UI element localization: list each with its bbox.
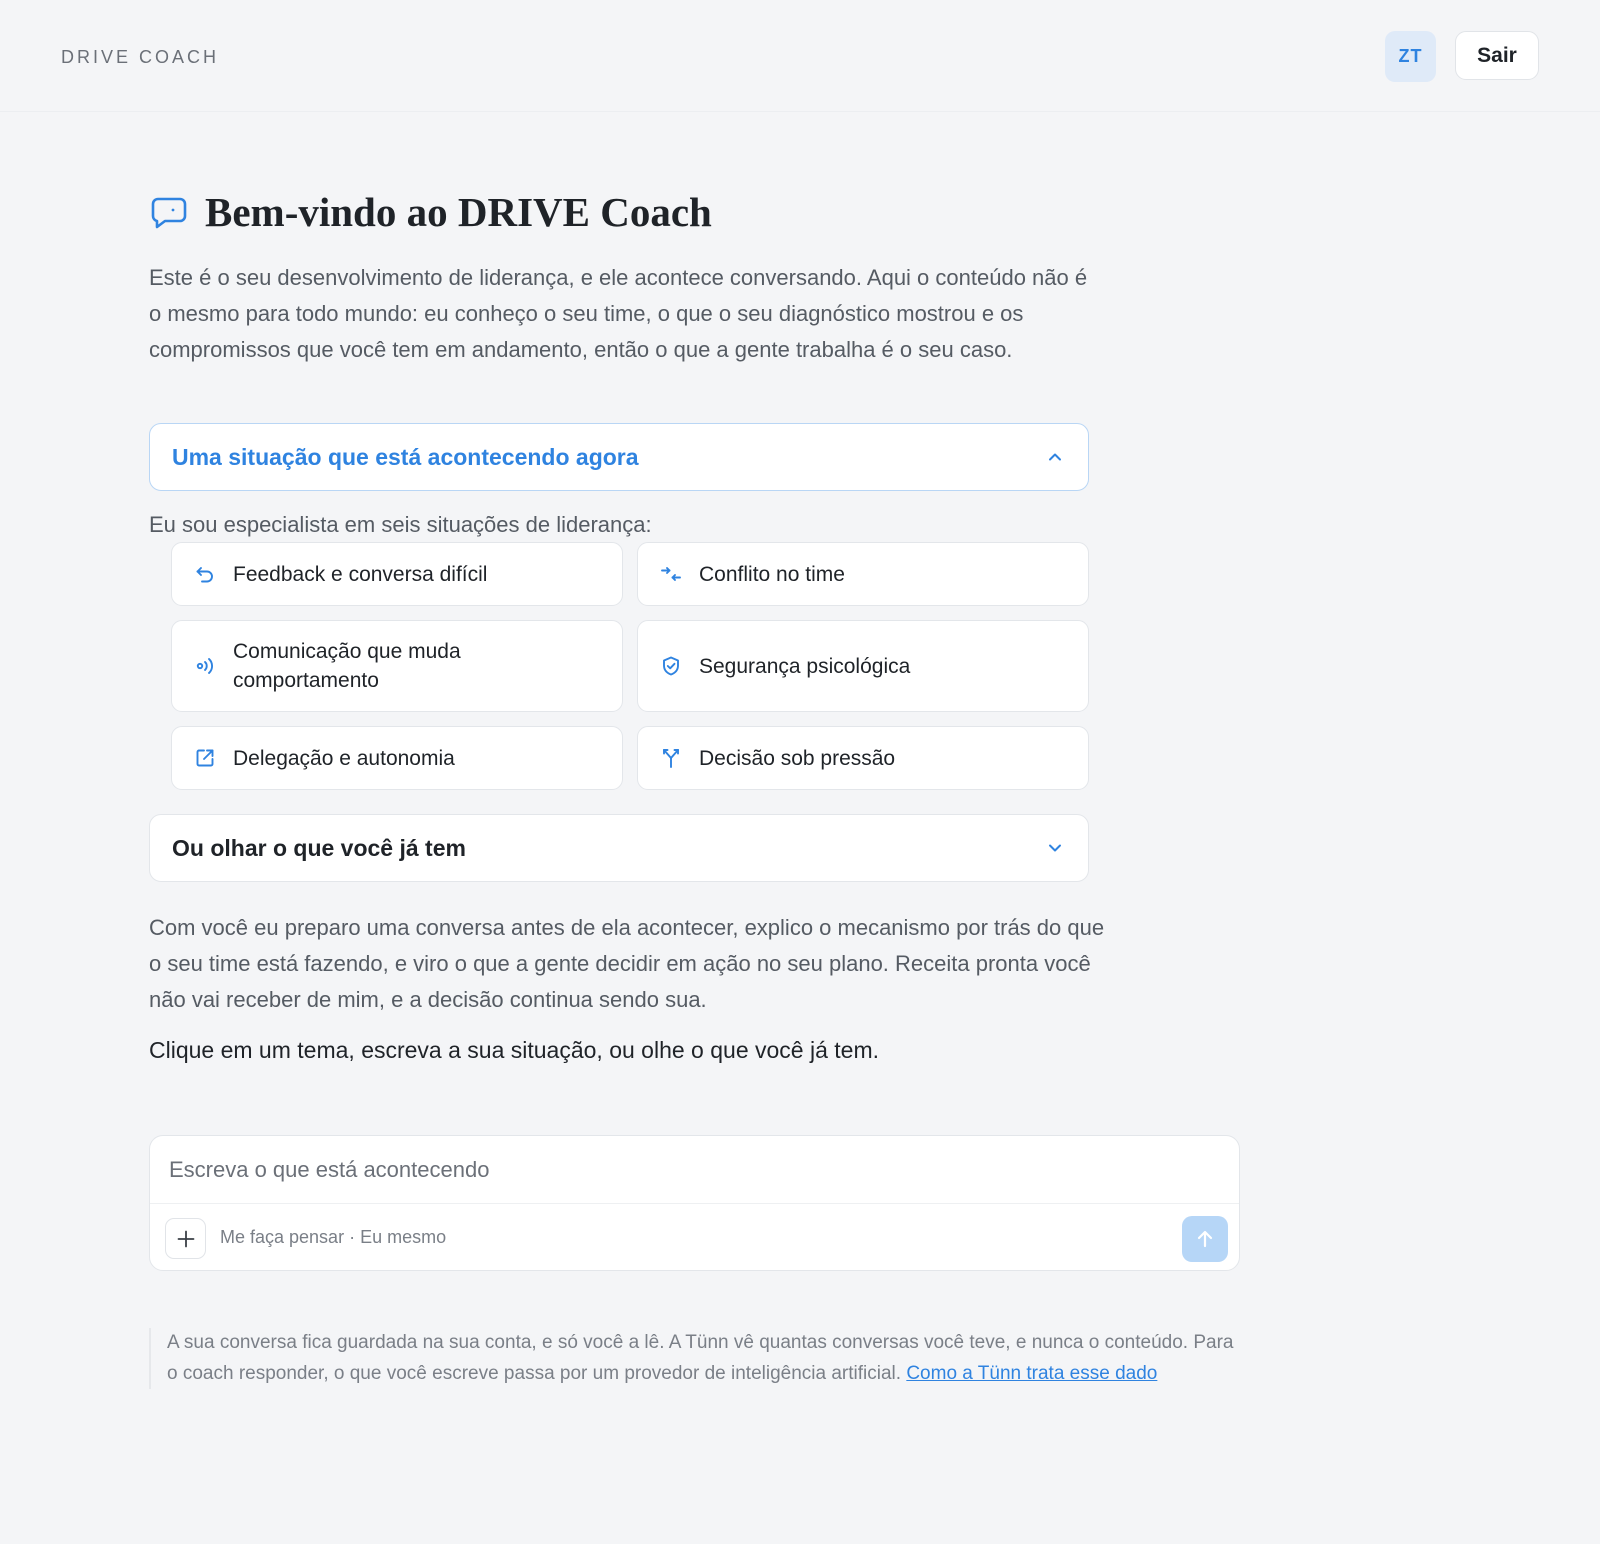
topic-label: Conflito no time: [699, 562, 845, 586]
chevron-up-icon: [1049, 453, 1061, 461]
converge-arrows-icon: [661, 567, 681, 581]
return-arrow-icon: [196, 567, 213, 583]
chat-bubble-icon: [151, 197, 187, 229]
topic-label: Delegação e autonomia: [233, 746, 455, 770]
top-bar: DRIVE COACH ZT Sair: [0, 0, 1600, 112]
topic-delegation[interactable]: Delegação e autonomia: [171, 726, 623, 790]
privacy-note: A sua conversa fica guardada na sua cont…: [149, 1328, 1240, 1389]
logout-button[interactable]: Sair: [1455, 31, 1539, 80]
topic-psychological-safety[interactable]: Segurança psicológica: [637, 620, 1089, 712]
topic-communication[interactable]: Comunicação que muda comportamento: [171, 620, 623, 712]
intro-text: Este é o seu desenvolvimento de lideranç…: [149, 265, 1088, 362]
topic-grid: Feedback e conversa difícil Conflito no …: [171, 542, 1089, 790]
mode-selector[interactable]: Me faça pensar · Eu mesmo: [220, 1227, 446, 1248]
shield-check-icon: [663, 656, 679, 676]
call-to-action: Clique em um tema, escreva a sua situaçã…: [149, 1037, 880, 1063]
topic-label: Comunicação que muda comportamento: [233, 640, 461, 692]
broadcast-icon: [196, 658, 213, 674]
page-header: Bem-vindo ao DRIVE Coach: [149, 188, 712, 236]
topic-decision[interactable]: Decisão sob pressão: [637, 726, 1089, 790]
accordion-situation-now[interactable]: Uma situação que está acontecendo agora: [149, 423, 1089, 491]
topic-label: Decisão sob pressão: [699, 746, 896, 770]
topic-label: Feedback e conversa difícil: [233, 562, 488, 586]
topic-label: Segurança psicológica: [699, 654, 911, 678]
split-branch-icon: [663, 749, 679, 768]
attach-button[interactable]: [165, 1218, 206, 1259]
message-composer: Me faça pensar · Eu mesmo: [149, 1135, 1240, 1271]
coach-description: Com você eu preparo uma conversa antes d…: [149, 915, 1105, 1012]
brand-name: DRIVE COACH: [61, 47, 220, 67]
accordion-label: Uma situação que está acontecendo agora: [172, 443, 639, 470]
accordion-label: Ou olhar o que você já tem: [172, 834, 466, 861]
arrow-up-icon: [1197, 1230, 1213, 1248]
privacy-link[interactable]: Como a Tünn trata esse dado: [906, 1363, 1157, 1384]
accordion-existing[interactable]: Ou olhar o que você já tem: [149, 814, 1089, 882]
avatar[interactable]: ZT: [1385, 31, 1436, 82]
page-title: Bem-vindo ao DRIVE Coach: [205, 189, 712, 235]
specialist-text: Eu sou especialista em seis situações de…: [149, 512, 652, 537]
topic-feedback[interactable]: Feedback e conversa difícil: [171, 542, 623, 606]
external-link-icon: [196, 749, 214, 767]
topic-conflict[interactable]: Conflito no time: [637, 542, 1089, 606]
send-button[interactable]: [1182, 1216, 1228, 1262]
message-input[interactable]: [150, 1136, 1239, 1204]
plus-icon: [177, 1230, 194, 1247]
chevron-down-icon: [1049, 844, 1061, 852]
